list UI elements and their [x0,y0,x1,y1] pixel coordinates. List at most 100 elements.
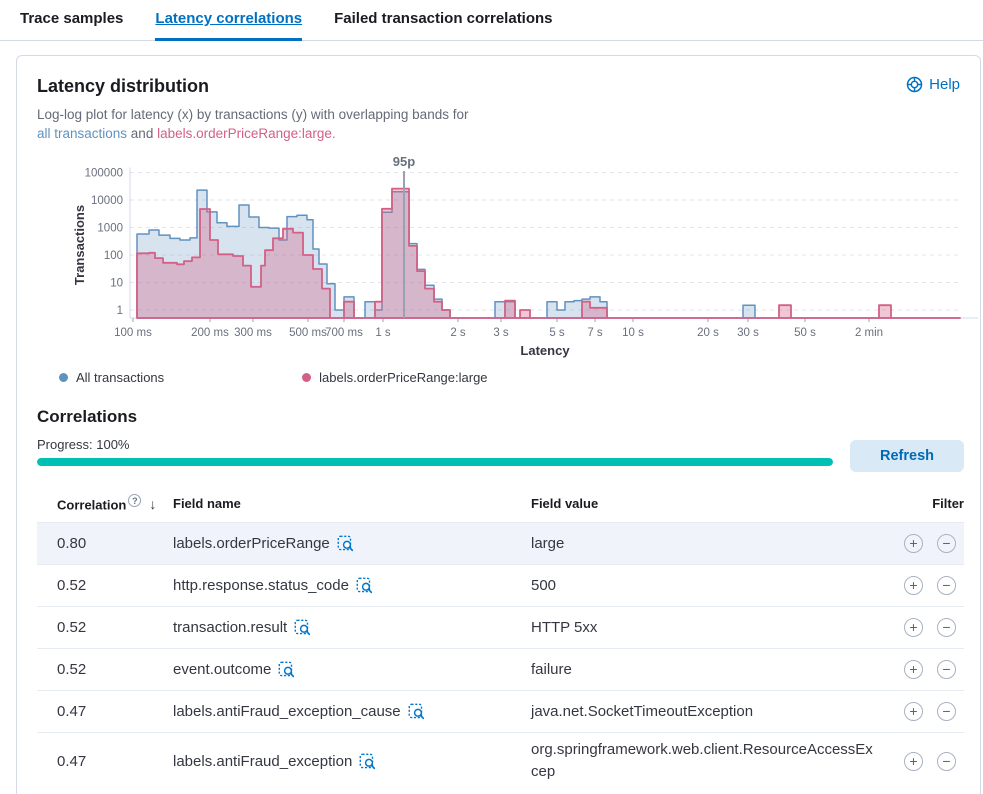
filter-buttons: +− [880,752,964,771]
column-filter: Filter [880,496,964,511]
help-label: Help [929,76,960,93]
correlations-title: Correlations [37,407,964,427]
x-tick-label: 200 ms [191,327,229,339]
field-name-cell: http.response.status_code [173,577,531,594]
all-transactions-link[interactable]: all transactions [37,126,127,141]
filter-out-value-button[interactable]: − [937,702,956,721]
description-line: Log-log plot for latency (x) by transact… [37,107,468,122]
filter-for-value-button[interactable]: + [904,702,923,721]
help-icon [906,76,923,93]
x-tick-label: 30 s [737,327,759,339]
legend-label: labels.orderPriceRange:large [319,370,487,385]
filter-for-value-button[interactable]: + [904,618,923,637]
latency-distribution-chart: 110100100010000100000100 ms200 ms300 ms5… [70,155,980,360]
y-tick-label: 10 [110,278,123,290]
correlation-value: 0.47 [57,703,173,720]
table-header: Correlation? ↓ Field name Field value Fil… [37,488,964,522]
chart-description: Log-log plot for latency (x) by transact… [37,105,964,143]
x-tick-label: 700 ms [325,327,363,339]
tab-bar: Trace samples Latency correlations Faile… [0,0,983,41]
table-row: 0.52event.outcomefailure+− [37,648,964,690]
field-value: org.springframework.web.client.ResourceA… [531,733,880,789]
legend-dot-blue-icon [59,373,68,382]
field-value: HTTP 5xx [531,611,880,645]
sort-descending-icon[interactable]: ↓ [149,496,156,512]
field-name-cell: labels.antiFraud_exception [173,753,531,770]
field-name: labels.antiFraud_exception [173,753,352,770]
x-tick-label: 5 s [549,327,565,339]
table-row: 0.52transaction.resultHTTP 5xx+− [37,606,964,648]
field-name: labels.antiFraud_exception_cause [173,703,401,720]
table-row: 0.47labels.antiFraud_exceptionorg.spring… [37,732,964,789]
column-field-name: Field name [173,496,531,511]
field-statistics-icon[interactable] [337,535,354,552]
x-tick-label: 500 ms [289,327,327,339]
field-name-cell: labels.orderPriceRange [173,535,531,552]
field-statistics-icon[interactable] [408,703,425,720]
progress-row: Progress: 100% Refresh [37,437,964,466]
y-tick-label: 10000 [91,195,123,207]
chart-legend: All transactions labels.orderPriceRange:… [59,370,964,385]
refresh-button[interactable]: Refresh [850,440,964,472]
progress-bar-fill [37,458,833,466]
x-tick-label: 20 s [697,327,719,339]
legend-item-order-price-range[interactable]: labels.orderPriceRange:large [302,370,487,385]
field-name: event.outcome [173,661,271,678]
help-link[interactable]: Help [906,76,960,93]
correlation-value: 0.52 [57,577,173,594]
table-row: 0.52http.response.status_code500+− [37,564,964,606]
filter-buttons: +− [880,534,964,553]
tab-trace-samples[interactable]: Trace samples [20,10,123,40]
and-text: and [127,126,157,141]
y-axis-title: Transactions [72,205,87,285]
field-value: failure [531,653,880,687]
column-field-value: Field value [531,496,880,511]
correlation-value: 0.52 [57,619,173,636]
x-tick-label: 50 s [794,327,816,339]
progress-label: Progress: 100% [37,437,833,452]
period-text: . [332,126,336,141]
correlations-table-body: 0.80labels.orderPriceRangelarge+−0.52htt… [37,522,964,789]
filter-buttons: +− [880,618,964,637]
filter-for-value-button[interactable]: + [904,660,923,679]
x-axis-title: Latency [520,343,570,358]
x-tick-label: 1 s [375,327,391,339]
filter-buttons: +− [880,702,964,721]
info-icon[interactable]: ? [128,494,141,507]
order-price-range-link[interactable]: labels.orderPriceRange:large [157,126,332,141]
column-correlation[interactable]: Correlation [57,497,126,512]
x-tick-label: 100 ms [114,327,152,339]
field-value: java.net.SocketTimeoutException [531,695,880,729]
y-tick-label: 1 [117,305,123,317]
y-tick-label: 1000 [97,223,123,235]
field-statistics-icon[interactable] [278,661,295,678]
correlation-value: 0.80 [57,535,173,552]
panel-title: Latency distribution [37,76,209,97]
field-statistics-icon[interactable] [356,577,373,594]
field-value: large [531,527,880,561]
x-tick-label: 7 s [587,327,603,339]
x-tick-label: 10 s [622,327,644,339]
legend-item-all-transactions[interactable]: All transactions [59,370,164,385]
filter-out-value-button[interactable]: − [937,534,956,553]
filter-for-value-button[interactable]: + [904,534,923,553]
legend-dot-pink-icon [302,373,311,382]
filter-out-value-button[interactable]: − [937,660,956,679]
95th-percentile-label: 95p [393,155,415,169]
filter-for-value-button[interactable]: + [904,752,923,771]
filter-out-value-button[interactable]: − [937,576,956,595]
filter-buttons: +− [880,576,964,595]
filter-out-value-button[interactable]: − [937,618,956,637]
tab-failed-transaction-correlations[interactable]: Failed transaction correlations [334,10,552,40]
field-statistics-icon[interactable] [359,753,376,770]
filter-out-value-button[interactable]: − [937,752,956,771]
field-name-cell: labels.antiFraud_exception_cause [173,703,531,720]
field-name-cell: event.outcome [173,661,531,678]
filter-for-value-button[interactable]: + [904,576,923,595]
x-tick-label: 2 s [450,327,466,339]
table-row: 0.80labels.orderPriceRangelarge+− [37,522,964,564]
table-row: 0.47labels.antiFraud_exception_cause java… [37,690,964,732]
field-name: labels.orderPriceRange [173,535,330,552]
field-statistics-icon[interactable] [294,619,311,636]
tab-latency-correlations[interactable]: Latency correlations [155,10,302,41]
